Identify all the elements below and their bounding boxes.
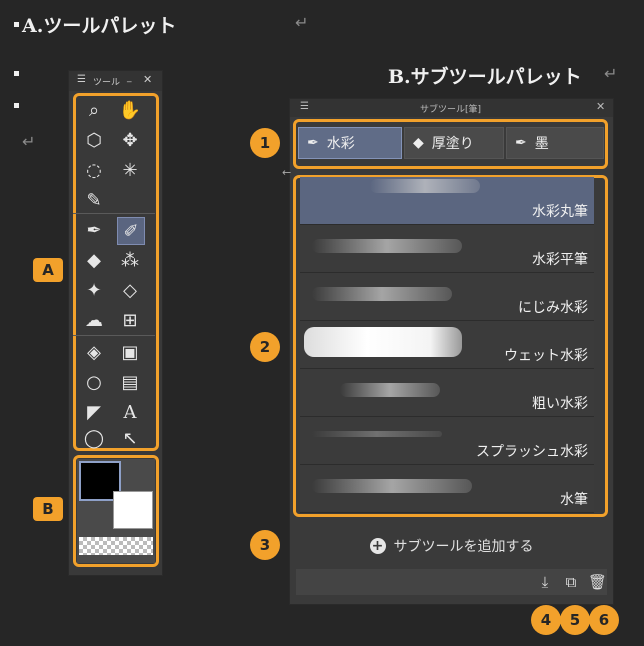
callout-1-badge: 1 [250, 128, 280, 158]
correct-line-icon[interactable]: ↖ [117, 425, 143, 451]
brush-list: 水彩丸筆 水彩平筆 にじみ水彩 ウェット水彩 粗い水彩 スプラッシュ水彩 水筆 [290, 177, 613, 513]
brush-stroke-preview [304, 327, 462, 357]
import-icon[interactable]: ⤓ [536, 573, 554, 591]
brush-stroke-preview [312, 431, 442, 437]
airbrush-icon[interactable]: ⁂ [117, 247, 143, 273]
pencil-icon[interactable]: ✐ [117, 217, 145, 245]
marker-icon[interactable]: ◆ [81, 247, 107, 273]
brush-stroke-preview [370, 179, 480, 193]
callout-6-badge: 6 [589, 605, 619, 635]
group-tab-label: 厚塗り [431, 136, 474, 152]
bullet [14, 22, 19, 27]
bullet [14, 71, 19, 76]
brush-stroke-preview [340, 383, 440, 397]
pen-icon[interactable]: ✒ [81, 217, 107, 243]
brush-name: 水彩丸筆 [530, 201, 590, 221]
callout-2-badge: 2 [250, 332, 280, 362]
heading-a: A.ツールパレット [22, 15, 177, 37]
divider [73, 335, 155, 336]
brush-icon: ✒ [307, 135, 319, 151]
fill-icon[interactable]: ◈ [81, 339, 107, 365]
hand-icon[interactable]: ✋ [117, 97, 143, 123]
divider [73, 213, 155, 214]
magic-wand-icon[interactable]: ✳ [117, 157, 143, 183]
brush-icon: ◆ [413, 135, 424, 151]
menu-icon[interactable]: ☰ [300, 101, 309, 112]
heading-b: B.サブツールパレット [388, 66, 582, 88]
return-mark: ↵ [22, 132, 36, 151]
brush-icon: ✒ [515, 135, 527, 151]
decoration-icon[interactable]: ✦ [81, 277, 107, 303]
brush-name: にじみ水彩 [516, 297, 590, 317]
move-icon[interactable]: ✥ [117, 127, 143, 153]
sub-tool-titlebar[interactable]: ☰ サブツール[筆] ✕ [290, 99, 613, 117]
callout-5-badge: 5 [560, 605, 590, 635]
minimize-icon[interactable]: _ [127, 73, 132, 83]
collapse-arrow-icon[interactable]: ← [282, 166, 291, 179]
callout-b-badge: B [33, 497, 63, 521]
close-icon[interactable]: ✕ [596, 100, 605, 113]
return-mark: ↵ [604, 64, 618, 83]
add-sub-tool-label: サブツールを追加する [393, 539, 534, 555]
brush-item[interactable]: 粗い水彩 [300, 369, 594, 417]
text-icon[interactable]: A [117, 399, 143, 425]
sub-tool-title: サブツール[筆] [420, 105, 482, 115]
copy-icon[interactable]: ⧉ [562, 573, 580, 591]
callout-a-badge: A [33, 258, 63, 282]
callout-4-badge: 4 [531, 605, 561, 635]
object-select-icon[interactable]: ⬡ [81, 127, 107, 153]
brush-item[interactable]: ウェット水彩 [300, 321, 594, 369]
tool-palette-title: ツール [93, 78, 121, 88]
close-icon[interactable]: ✕ [143, 73, 152, 86]
add-sub-tool-button[interactable]: + サブツールを追加する [290, 527, 613, 565]
group-tab-ink[interactable]: ✒ 墨 [506, 127, 604, 159]
lasso-icon[interactable]: ◌ [81, 157, 107, 183]
sub-tool-palette: ☰ サブツール[筆] ✕ ✒ 水彩 ◆ 厚塗り ✒ 墨 水彩丸筆 水彩平筆 にじ… [289, 98, 614, 605]
trash-icon[interactable]: 🗑 [588, 573, 607, 591]
return-mark: ↵ [295, 13, 309, 32]
brush-name: 水彩平筆 [530, 249, 590, 269]
brush-stroke-preview [312, 239, 462, 253]
brush-name: ウェット水彩 [502, 345, 590, 365]
tool-palette-titlebar[interactable]: ☰ ツール _ ✕ [69, 71, 162, 91]
group-tab-label: 水彩 [326, 136, 355, 152]
brush-stroke-preview [312, 287, 452, 301]
bullet [14, 103, 19, 108]
zoom-icon[interactable]: ⌕ [81, 97, 107, 123]
gradient-icon[interactable]: ▣ [117, 339, 143, 365]
brush-name: 粗い水彩 [530, 393, 590, 413]
group-tab-watercolor[interactable]: ✒ 水彩 [298, 127, 402, 159]
sub-tool-footer: ⤓ ⧉ 🗑 [296, 569, 607, 595]
eyedropper-icon[interactable]: ✎ [81, 187, 107, 213]
eraser-icon[interactable]: ◇ [117, 277, 143, 303]
ellipse-icon[interactable]: ○ [81, 369, 107, 395]
menu-icon[interactable]: ☰ [77, 74, 86, 85]
blend-icon[interactable]: ☁ [81, 307, 107, 333]
callout-3-badge: 3 [250, 530, 280, 560]
balloon-icon[interactable]: ◯ [81, 425, 107, 451]
frame-icon[interactable]: ▤ [117, 369, 143, 395]
brush-item[interactable]: スプラッシュ水彩 [300, 417, 594, 465]
tool-palette: ☰ ツール _ ✕ ⌕ ✋ ⬡ ✥ ◌ ✳ ✎ ✒ ✐ ◆ ⁂ ✦ ◇ ☁ ⊞ … [68, 70, 163, 576]
group-tab-label: 墨 [534, 136, 549, 152]
sub-color-swatch[interactable] [113, 491, 153, 529]
brush-item[interactable]: にじみ水彩 [300, 273, 594, 321]
group-tab-thick-paint[interactable]: ◆ 厚塗り [404, 127, 504, 159]
transparent-color-swatch[interactable] [79, 537, 153, 555]
brush-name: 水筆 [558, 489, 590, 509]
brush-item[interactable]: 水筆 [300, 465, 594, 513]
grid-icon[interactable]: ⊞ [117, 307, 143, 333]
brush-item[interactable]: 水彩丸筆 [300, 177, 594, 225]
brush-stroke-preview [312, 479, 472, 493]
brush-name: スプラッシュ水彩 [474, 441, 590, 461]
brush-item[interactable]: 水彩平筆 [300, 225, 594, 273]
plus-circle-icon: + [369, 538, 386, 554]
ruler-icon[interactable]: ◤ [81, 399, 107, 425]
